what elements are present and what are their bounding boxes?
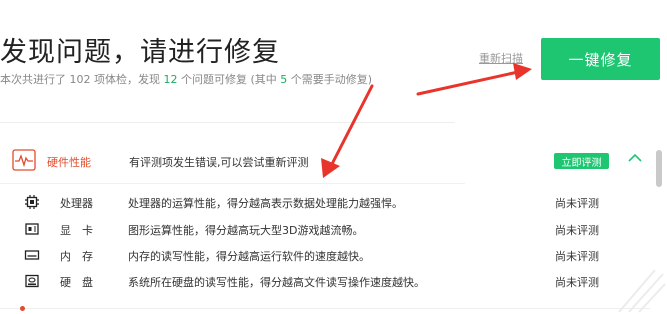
divider xyxy=(0,183,465,184)
status-dot xyxy=(20,306,25,311)
gpu-icon xyxy=(24,221,40,240)
item-status: 尚未评测 xyxy=(555,276,599,289)
item-status: 尚未评测 xyxy=(555,250,599,263)
summary-prefix: 本次共进行了 102 项体检，发现 xyxy=(0,73,164,86)
divider xyxy=(0,122,455,123)
one-click-fix-button[interactable]: 一键修复 xyxy=(541,38,660,80)
scrollbar-thumb[interactable] xyxy=(656,150,662,187)
item-status: 尚未评测 xyxy=(555,197,599,210)
rescan-link[interactable]: 重新扫描 xyxy=(479,50,523,66)
error-message: 有评测项发生错误,可以尝试重新评测 xyxy=(129,156,309,169)
disk-icon xyxy=(24,273,40,292)
item-name: 硬 盘 xyxy=(60,276,93,289)
item-description: 图形运算性能，得分越高玩大型3D游戏越流畅。 xyxy=(128,224,364,237)
decorative-lines xyxy=(618,269,666,313)
item-name: 显 卡 xyxy=(60,224,93,237)
evaluate-now-button[interactable]: 立即评测 xyxy=(554,153,609,169)
list-item: 显 卡 图形运算性能，得分越高玩大型3D游戏越流畅。 尚未评测 xyxy=(0,218,640,242)
item-description: 处理器的运算性能，得分越高表示数据处理能力越强悍。 xyxy=(128,197,403,210)
item-name: 处理器 xyxy=(60,197,93,210)
pulse-icon xyxy=(12,149,36,175)
category-label: 硬件性能 xyxy=(47,156,91,169)
item-status: 尚未评测 xyxy=(555,224,599,237)
item-description: 内存的读写性能，得分越高运行软件的速度越快。 xyxy=(128,250,370,263)
chevron-up-icon[interactable] xyxy=(627,150,643,170)
item-description: 系统所在硬盘的读写性能，得分越高文件读写操作速度越快。 xyxy=(128,276,425,289)
memory-icon xyxy=(24,247,40,266)
item-name: 内 存 xyxy=(60,250,93,263)
page-title: 发现问题，请进行修复 xyxy=(0,37,280,68)
hardware-performance-header[interactable]: 硬件性能 有评测项发生错误,可以尝试重新评测 立即评测 xyxy=(0,142,660,180)
divider xyxy=(0,308,650,309)
list-item: 内 存 内存的读写性能，得分越高运行软件的速度越快。 尚未评测 xyxy=(0,244,640,268)
summary-mid: 个问题可修复 (其中 xyxy=(177,73,281,86)
problems-count: 12 xyxy=(163,73,178,86)
cpu-icon xyxy=(24,194,40,213)
scan-summary: 本次共进行了 102 项体检，发现 12 个问题可修复 (其中 5 个需要手动修… xyxy=(0,71,372,87)
summary-suffix: 个需要手动修复) xyxy=(287,73,373,86)
list-item: 硬 盘 系统所在硬盘的读写性能，得分越高文件读写操作速度越快。 尚未评测 xyxy=(0,270,640,294)
list-item: 处理器 处理器的运算性能，得分越高表示数据处理能力越强悍。 尚未评测 xyxy=(0,191,640,215)
